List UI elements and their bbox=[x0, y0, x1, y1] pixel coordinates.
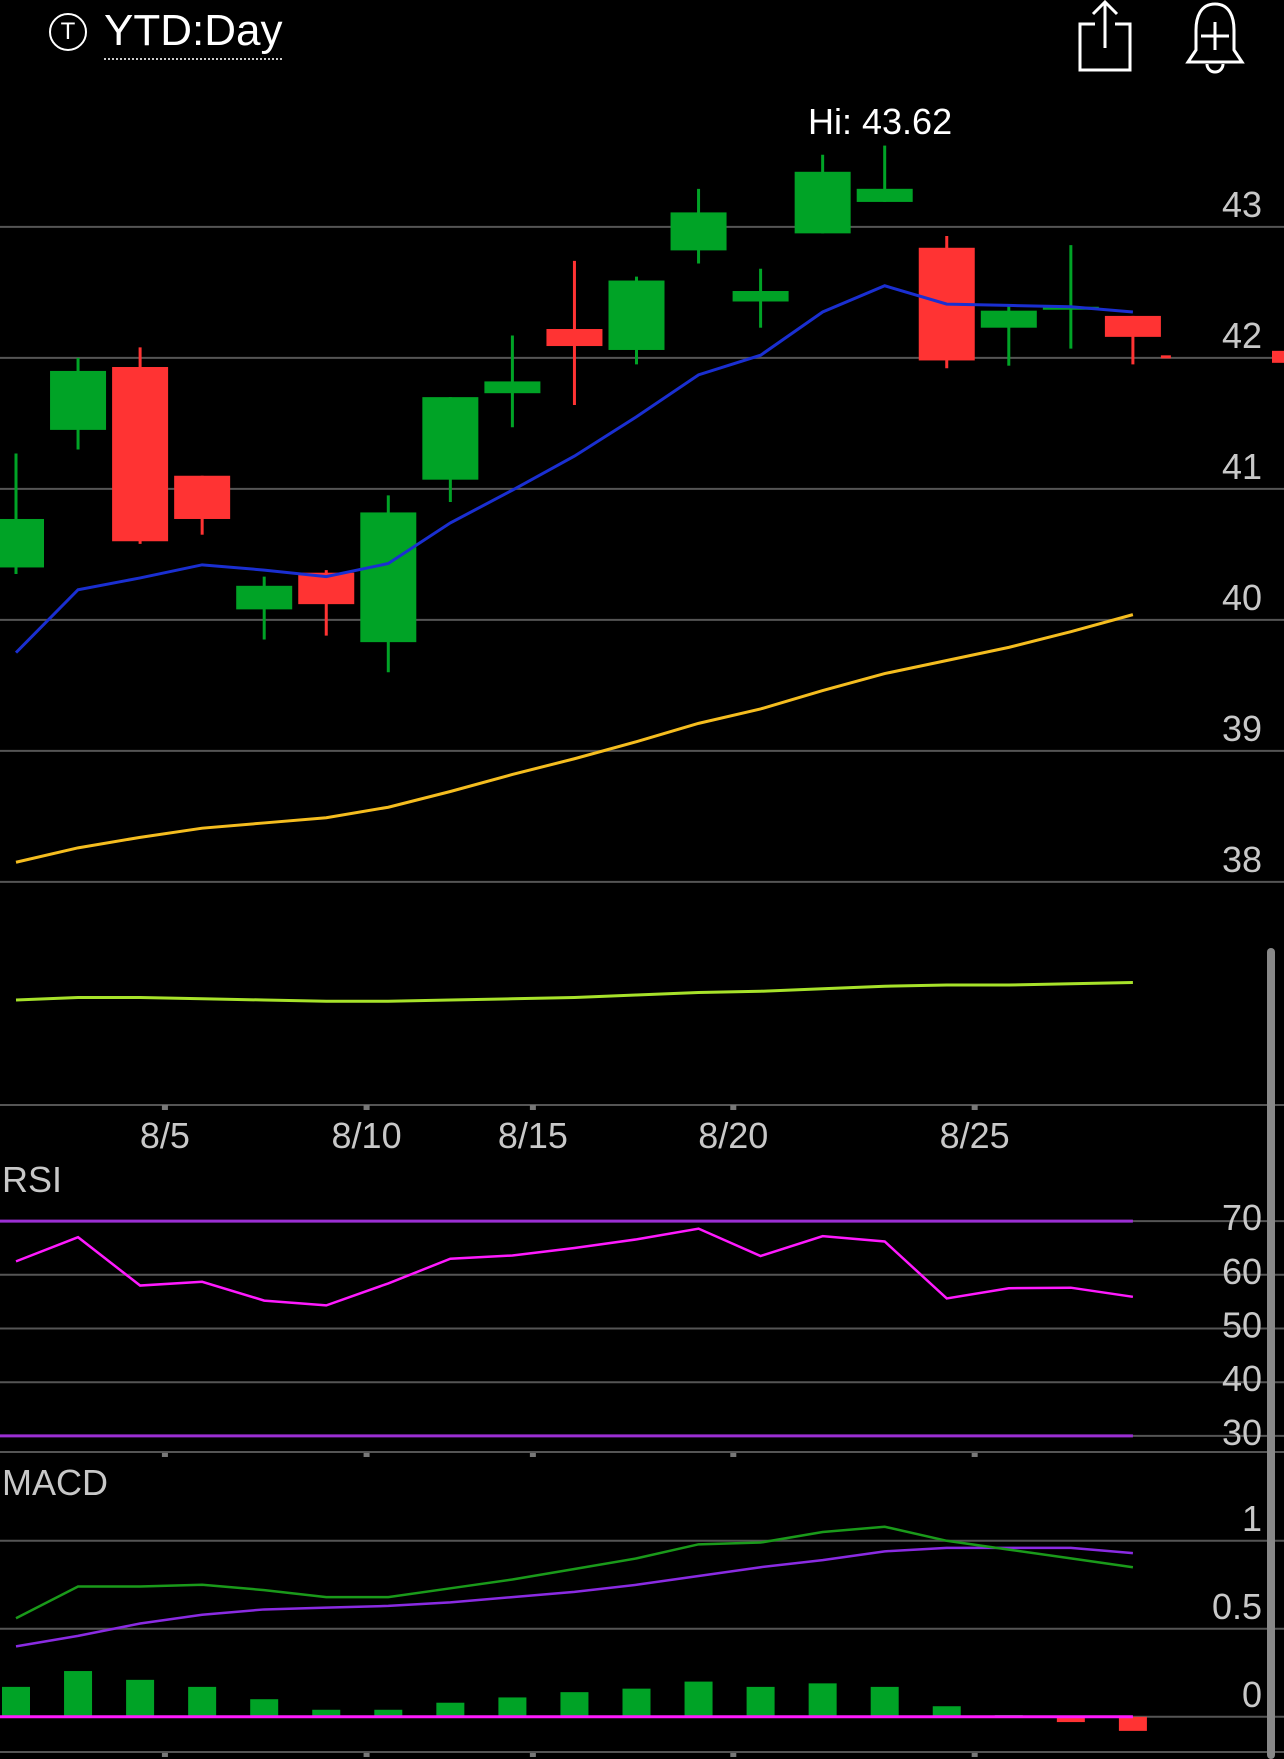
price-tick-label: 41 bbox=[1222, 446, 1262, 487]
x-tick-mark bbox=[363, 1105, 370, 1110]
price-tick-label: 42 bbox=[1222, 315, 1262, 356]
candle-body bbox=[236, 585, 293, 610]
candle-body bbox=[856, 188, 913, 202]
macd-signal-line bbox=[15, 1546, 1134, 1648]
macd-histogram-bar bbox=[2, 1686, 30, 1717]
macd-histogram-bar bbox=[436, 1702, 465, 1717]
candle-body bbox=[546, 329, 603, 347]
candle-body bbox=[0, 518, 44, 568]
macd-histogram-bar bbox=[498, 1697, 527, 1717]
x-tick-label: 8/20 bbox=[698, 1115, 768, 1156]
volume-panel bbox=[0, 981, 1284, 1106]
price-tick-label: 43 bbox=[1222, 184, 1262, 225]
x-tick-label: 8/15 bbox=[498, 1115, 568, 1156]
macd-histogram-bar bbox=[64, 1671, 93, 1717]
macd-histogram-bar bbox=[622, 1688, 651, 1717]
macd-tick-label: 0.5 bbox=[1212, 1586, 1262, 1627]
candle-body bbox=[484, 381, 541, 394]
macd-tick-label: 1 bbox=[1242, 1498, 1262, 1539]
rsi-line bbox=[15, 1227, 1134, 1307]
x-tick-label: 8/5 bbox=[140, 1115, 190, 1156]
candle-body bbox=[980, 310, 1037, 328]
x-tick-mark bbox=[529, 1105, 536, 1110]
candle-body bbox=[608, 280, 665, 350]
candle-body bbox=[1104, 315, 1161, 337]
macd-histogram-bar bbox=[870, 1686, 899, 1717]
price-tick-label: 39 bbox=[1222, 708, 1262, 749]
macd-histogram-bar bbox=[746, 1686, 775, 1717]
macd-tick-label: 0 bbox=[1242, 1674, 1262, 1715]
candle-body bbox=[50, 370, 107, 430]
last-price-tag bbox=[1272, 350, 1284, 363]
macd-histogram-bar bbox=[250, 1699, 279, 1717]
hi-annotation: Hi: 43.62 bbox=[808, 101, 952, 142]
macd-histogram-bar bbox=[932, 1706, 961, 1717]
macd-histogram-bar bbox=[126, 1679, 155, 1717]
chart-area[interactable]: 434241403938 Hi: 43.62 8/5 8/10 8/15 8/20 8/… bbox=[0, 0, 1284, 1759]
rsi-tick-label: 30 bbox=[1222, 1412, 1262, 1453]
macd-histogram-bar bbox=[560, 1692, 589, 1717]
rsi-tick-label: 40 bbox=[1222, 1358, 1262, 1399]
x-tick-mark bbox=[730, 1105, 737, 1110]
candles bbox=[0, 145, 1161, 673]
rsi-tick-label: 50 bbox=[1222, 1305, 1262, 1346]
macd-histogram-bar bbox=[808, 1683, 837, 1717]
candle-body bbox=[174, 475, 231, 519]
macd-label: MACD bbox=[2, 1462, 108, 1503]
rsi-label: RSI bbox=[2, 1159, 62, 1200]
rsi-panel: 70 60 50 40 30 bbox=[0, 1197, 1284, 1453]
vertical-scrollbar[interactable] bbox=[1267, 948, 1275, 1759]
candle-body bbox=[422, 397, 479, 480]
x-axis-labels: 8/5 8/10 8/15 8/20 8/25 bbox=[140, 1105, 1010, 1757]
candle-body bbox=[360, 512, 417, 643]
macd-histogram-bar bbox=[188, 1686, 217, 1717]
price-tick-label: 38 bbox=[1222, 839, 1262, 880]
candle-body bbox=[732, 291, 789, 302]
rsi-tick-label: 60 bbox=[1222, 1251, 1262, 1292]
x-tick-mark bbox=[161, 1105, 168, 1110]
candle-body bbox=[794, 171, 851, 234]
x-tick-mark bbox=[971, 1105, 978, 1110]
price-axis-labels: 43 42 41 40 39 38 bbox=[1222, 184, 1262, 880]
volume-line bbox=[15, 981, 1133, 1003]
macd-histogram-bar bbox=[1118, 1716, 1147, 1731]
ma-slow-line bbox=[15, 613, 1134, 864]
candle-body bbox=[112, 367, 169, 542]
price-tick-label: 40 bbox=[1222, 577, 1262, 618]
macd-panel: 10.50 bbox=[0, 1498, 1284, 1753]
x-tick-label: 8/10 bbox=[332, 1115, 402, 1156]
candle-body bbox=[670, 212, 727, 251]
x-tick-label: 8/25 bbox=[940, 1115, 1010, 1156]
rsi-tick-label: 70 bbox=[1222, 1197, 1262, 1238]
macd-histogram-bar bbox=[684, 1681, 713, 1717]
